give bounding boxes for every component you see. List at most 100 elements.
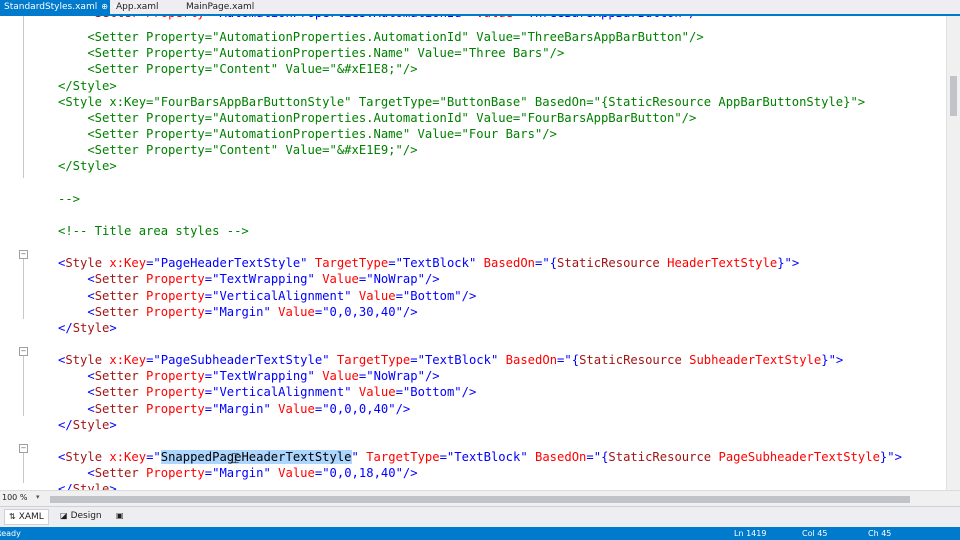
code-line[interactable]: <Setter Property="AutomationProperties.N… — [58, 126, 557, 142]
code-line[interactable]: </Style> — [58, 320, 117, 336]
code-token: =" — [439, 450, 455, 465]
code-token: =" — [204, 272, 220, 287]
code-token: SubheaderTextStyle — [681, 353, 822, 368]
code-token: TextBlock — [424, 353, 491, 368]
code-token: </ — [58, 482, 73, 490]
code-token: TextBlock — [402, 256, 469, 271]
code-token: Bottom — [410, 288, 455, 303]
code-token: </ — [58, 320, 73, 335]
code-token: <Setter Property="AutomationProperties.N… — [58, 127, 557, 142]
code-line[interactable]: <Setter Property="AutomationProperties.N… — [58, 45, 564, 61]
code-token: NoWrap — [373, 272, 418, 287]
code-line[interactable]: <Setter Property="Content" Value="&#xE1E… — [58, 142, 418, 158]
code-line[interactable]: </Style> — [58, 417, 117, 433]
code-token: Property — [139, 16, 205, 20]
collapse-icon[interactable]: − — [19, 250, 28, 259]
code-token: Bottom — [410, 385, 455, 400]
pin-icon[interactable]: ⊕ — [101, 2, 108, 11]
horizontal-scroll-thumb[interactable] — [50, 496, 910, 503]
document-tab-bar: StandardStyles.xaml ⊕ × App.xaml MainPage.… — [0, 0, 960, 16]
tab-mainpage[interactable]: MainPage.xaml — [182, 0, 266, 14]
code-token: TextWrapping — [219, 369, 308, 384]
code-token: <Setter Property="Content" Value="&#xE1E… — [58, 143, 418, 158]
code-token: " — [263, 466, 271, 481]
code-token: > — [109, 482, 117, 490]
code-token: " — [351, 450, 359, 465]
code-token: " — [344, 288, 352, 303]
code-token: TargetType — [307, 256, 389, 271]
chevron-down-icon[interactable]: ▾ — [36, 493, 40, 501]
code-token: " — [300, 256, 308, 271]
zoom-level[interactable]: 100 % — [2, 493, 27, 502]
code-line[interactable]: <Setter Property="AutomationProperties.A… — [58, 29, 703, 45]
code-line[interactable]: <Style x:Key="PageSubheaderTextStyle" Ta… — [58, 352, 843, 368]
code-editor[interactable]: <Setter Property="AutomationProperties.A… — [40, 16, 947, 490]
code-token: < — [58, 304, 95, 319]
code-token: =" — [410, 353, 425, 368]
code-token: =" — [314, 304, 330, 319]
code-line[interactable]: <Setter Property="AutomationProperties.A… — [58, 110, 696, 126]
code-token: "/> — [395, 304, 418, 319]
code-token: Style — [72, 417, 110, 432]
code-line[interactable]: <Setter Property="Margin" Value="0,0,18,… — [58, 465, 417, 481]
tab-xaml[interactable]: ⇅ XAML — [4, 509, 49, 525]
code-line[interactable]: <!-- Title area styles --> — [58, 223, 249, 239]
split-view-button[interactable]: ▣ — [112, 509, 131, 523]
tab-standardstyles[interactable]: StandardStyles.xaml ⊕ × — [0, 0, 119, 14]
code-token: "/> — [388, 401, 411, 416]
character-number: Ch 45 — [868, 529, 892, 538]
code-token: NoWrap — [373, 369, 418, 384]
code-line[interactable]: <Setter Property="AutomationProperties.A… — [58, 16, 703, 21]
code-token: Setter — [94, 288, 139, 303]
code-token: Value — [270, 401, 315, 416]
code-token: "/> — [454, 385, 477, 400]
code-line[interactable]: --> — [58, 191, 80, 207]
code-token: "> — [828, 353, 844, 368]
code-token: StaticResource — [557, 256, 660, 271]
code-line[interactable]: <Setter Property="VerticalAlignment" Val… — [58, 384, 476, 400]
code-token: Style — [72, 482, 110, 490]
code-line[interactable]: <Setter Property="Margin" Value="0,0,0,4… — [58, 401, 410, 417]
code-token: " — [307, 369, 315, 384]
code-token: =" — [358, 272, 374, 287]
code-line[interactable]: <Style x:Key="FourBarsAppBarButtonStyle"… — [58, 94, 865, 110]
code-token: Setter — [94, 466, 139, 481]
tab-label: App.xaml — [116, 2, 159, 12]
code-token: < — [58, 401, 95, 416]
code-token: =" — [204, 288, 220, 303]
code-token: Setter — [94, 369, 139, 384]
code-token: PageHeaderTextStyle — [160, 256, 301, 271]
vertical-scrollbar[interactable] — [946, 16, 960, 490]
code-token: Value — [270, 304, 315, 319]
code-token: =" — [204, 304, 220, 319]
code-token: < — [58, 385, 95, 400]
vertical-scroll-thumb[interactable] — [950, 76, 957, 116]
code-line[interactable]: <Setter Property="Margin" Value="0,0,30,… — [58, 304, 418, 320]
code-line[interactable]: </Style> — [58, 78, 117, 94]
code-token: <Style x:Key="FourBarsAppBarButtonStyle"… — [58, 94, 866, 109]
code-token: " — [520, 450, 528, 465]
tab-design[interactable]: ◪ Design — [56, 509, 106, 523]
tab-app[interactable]: App.xaml — [112, 0, 176, 14]
code-line[interactable]: </Style> — [58, 481, 117, 490]
code-token: < — [58, 369, 95, 384]
code-line[interactable]: <Setter Property="TextWrapping" Value="N… — [58, 271, 439, 287]
code-token: =" — [395, 385, 411, 400]
code-token: { — [571, 353, 580, 368]
code-line[interactable]: <Style x:Key="PageHeaderTextStyle" Targe… — [58, 255, 799, 271]
code-line[interactable]: <Setter Property="VerticalAlignment" Val… — [58, 288, 476, 304]
code-token: BasedOn — [527, 450, 587, 465]
code-token: Property — [138, 369, 205, 384]
code-line[interactable]: <Setter Property="TextWrapping" Value="N… — [58, 368, 439, 384]
code-line[interactable]: </Style> — [58, 158, 117, 174]
code-token: } — [777, 256, 785, 271]
code-line[interactable]: <Setter Property="Content" Value="&#xE1E… — [58, 61, 417, 77]
collapse-icon[interactable]: − — [19, 347, 28, 356]
code-token: BasedOn — [476, 256, 536, 271]
code-token: < — [58, 272, 95, 287]
collapse-icon[interactable]: − — [19, 444, 28, 453]
code-token: Property — [138, 304, 205, 319]
code-token: =" — [314, 466, 330, 481]
code-token: =" — [204, 385, 220, 400]
code-line[interactable]: <Style x:Key="SnappedPageHeaderTextStyle… — [58, 449, 902, 465]
